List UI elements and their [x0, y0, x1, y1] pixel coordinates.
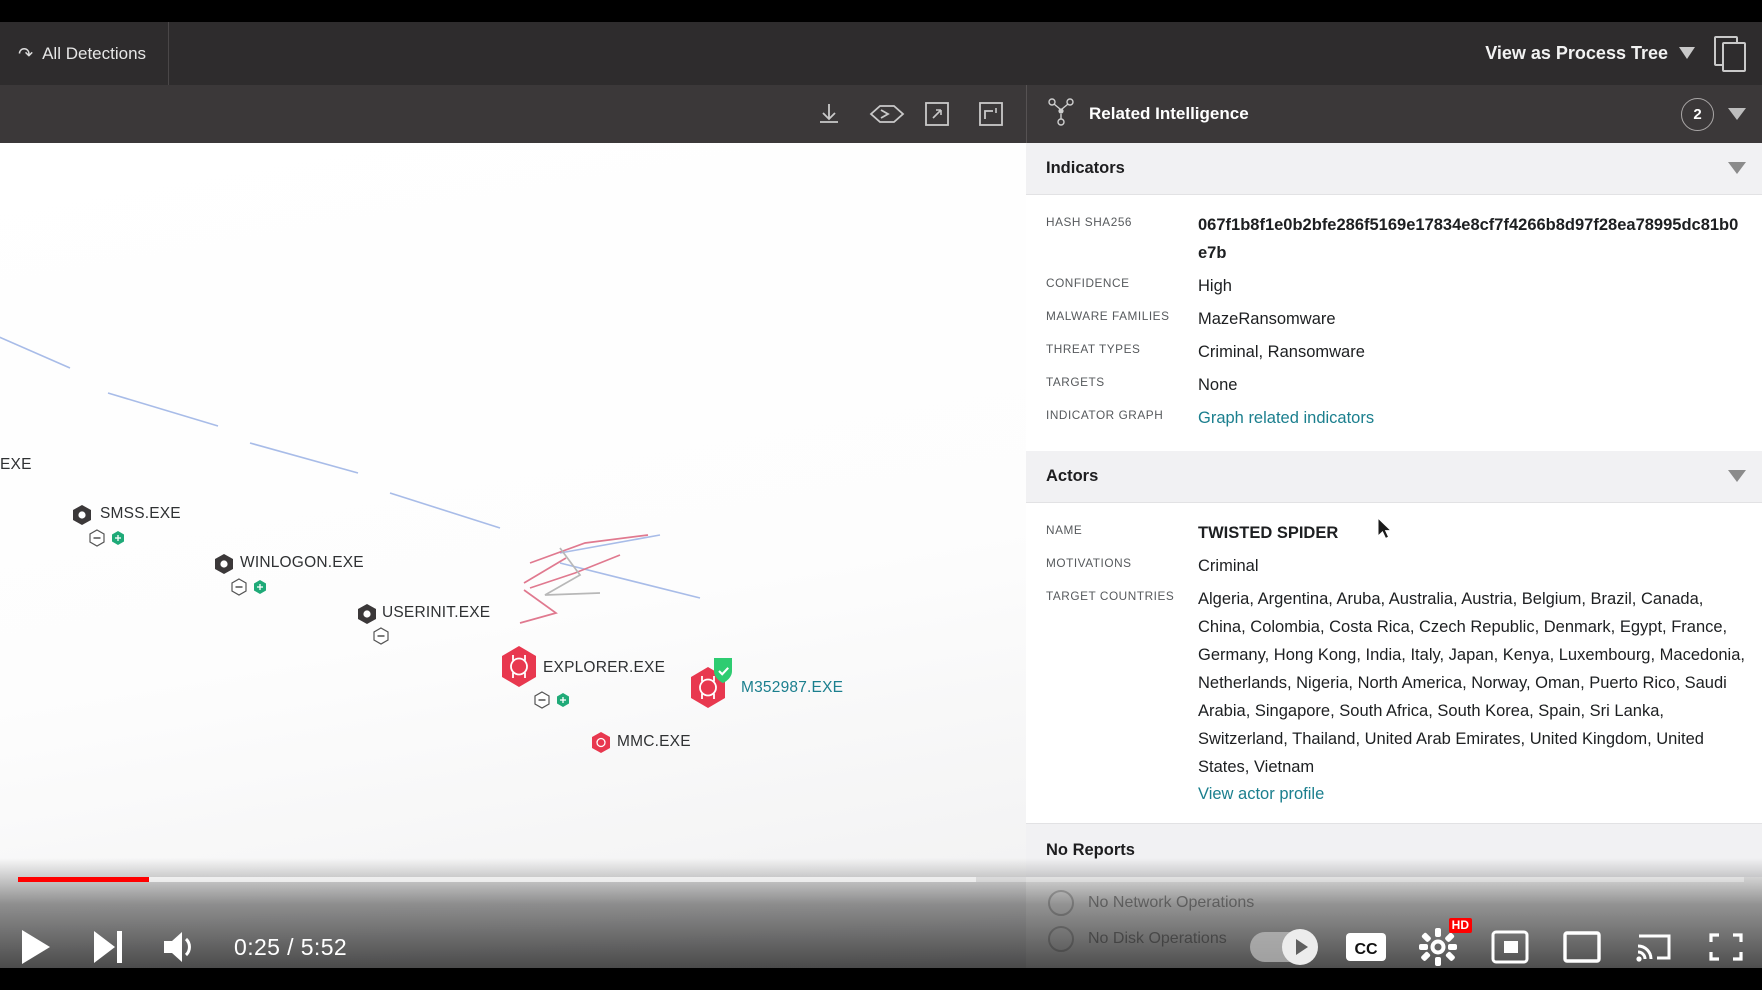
chevron-down-icon[interactable] [1728, 108, 1746, 121]
field-label: HASH SHA256 [1046, 211, 1198, 229]
field-label: TARGET COUNTRIES [1046, 585, 1198, 603]
view-as-label: View as Process Tree [1485, 43, 1668, 64]
graph-node-label-userinit[interactable]: USERINIT.EXE [382, 604, 490, 622]
progress-buffered [18, 877, 976, 882]
field-label: INDICATOR GRAPH [1046, 404, 1198, 422]
all-detections-label: All Detections [42, 44, 146, 64]
graph-node-label-m352987[interactable]: M352987.EXE [741, 679, 843, 697]
graph-node-label-explorer[interactable]: EXPLORER.EXE [543, 659, 665, 677]
indicator-row-hash: HASH SHA256 067f1b8f1e0b2bfe286f5169e178… [1026, 211, 1762, 272]
field-value-actor-name: TWISTED SPIDER [1198, 519, 1746, 547]
section-header-indicators[interactable]: Indicators [1026, 143, 1762, 195]
field-label: CONFIDENCE [1046, 272, 1198, 290]
autoplay-knob [1282, 929, 1318, 965]
autoplay-toggle[interactable] [1250, 932, 1316, 962]
all-detections-back-button[interactable]: ↶ All Detections [0, 22, 169, 85]
graph-node-label: EXE [0, 456, 32, 474]
field-value-targets: None [1198, 371, 1746, 399]
related-count-badge: 2 [1681, 98, 1714, 131]
field-value-target-countries: Algeria, Argentina, Aruba, Australia, Au… [1198, 585, 1746, 781]
section-header-actors[interactable]: Actors [1026, 451, 1762, 503]
indicator-row-malware-families: MALWARE FAMILIES MazeRansomware [1026, 305, 1762, 338]
related-intelligence-header: Related Intelligence 2 [1026, 85, 1762, 143]
actors-field-list: NAME TWISTED SPIDER MOTIVATIONS Criminal… [1026, 503, 1762, 823]
eye-visibility-icon[interactable] [868, 99, 898, 129]
panel-title: Related Intelligence [1089, 104, 1667, 124]
fit-to-screen-icon[interactable] [922, 99, 952, 129]
field-label: MOTIVATIONS [1046, 552, 1198, 570]
view-as-process-tree-dropdown[interactable]: View as Process Tree [1485, 43, 1714, 64]
field-value-motivations: Criminal [1198, 552, 1746, 580]
chevron-down-icon [1679, 47, 1696, 60]
undo-arrow-icon: ↶ [18, 45, 33, 63]
actor-row-name: NAME TWISTED SPIDER [1026, 519, 1762, 552]
field-value-confidence: High [1198, 272, 1746, 300]
graph-related-indicators-link[interactable]: Graph related indicators [1198, 404, 1746, 432]
indicator-row-threat-types: THREAT TYPES Criminal, Ransomware [1026, 338, 1762, 371]
field-label: THREAT TYPES [1046, 338, 1198, 356]
field-value-hash-sha256: 067f1b8f1e0b2bfe286f5169e17834e8cf7f4266… [1198, 211, 1746, 267]
indicator-row-indicator-graph: INDICATOR GRAPH Graph related indicators [1026, 404, 1762, 437]
graph-toolbar [0, 85, 1026, 143]
video-time-display: 0:25 / 5:52 [234, 934, 347, 961]
hd-quality-badge: HD [1449, 918, 1472, 933]
indicator-row-targets: TARGETS None [1026, 371, 1762, 404]
actor-row-motivations: MOTIVATIONS Criminal [1026, 552, 1762, 585]
field-label: NAME [1046, 519, 1198, 537]
field-label: MALWARE FAMILIES [1046, 305, 1198, 323]
chevron-down-icon[interactable] [1728, 470, 1746, 483]
app-top-bar: ↶ All Detections View as Process Tree [0, 22, 1762, 85]
download-icon[interactable] [814, 99, 844, 129]
field-value-threat-types: Criminal, Ransomware [1198, 338, 1746, 366]
chevron-down-icon[interactable] [1728, 162, 1746, 175]
field-value-malware-families: MazeRansomware [1198, 305, 1746, 333]
graph-node-label-mmc[interactable]: MMC.EXE [617, 733, 691, 751]
related-intelligence-panel: Related Intelligence 2 Indicators HASH S… [1026, 85, 1762, 990]
video-progress-bar[interactable] [18, 877, 1744, 882]
actor-row-target-countries: TARGET COUNTRIES Algeria, Argentina, Aru… [1026, 585, 1762, 809]
field-label: TARGETS [1046, 371, 1198, 389]
letterbox-top [0, 0, 1762, 22]
related-graph-icon [1047, 97, 1075, 132]
letterbox-bottom [0, 968, 1762, 990]
actors-heading: Actors [1046, 467, 1728, 486]
indicators-field-list: HASH SHA256 067f1b8f1e0b2bfe286f5169e178… [1026, 195, 1762, 451]
mouse-cursor [1378, 518, 1394, 542]
copy-icon[interactable] [1714, 36, 1748, 72]
expand-region-icon[interactable] [976, 99, 1006, 129]
graph-node-label-winlogon[interactable]: WINLOGON.EXE [240, 554, 364, 572]
graph-node-label-smss[interactable]: SMSS.EXE [100, 505, 181, 523]
view-actor-profile-link[interactable]: View actor profile [1198, 781, 1746, 804]
progress-played [18, 877, 149, 882]
indicator-row-confidence: CONFIDENCE High [1026, 272, 1762, 305]
svg-text:CC: CC [1354, 941, 1378, 958]
indicators-heading: Indicators [1046, 159, 1728, 178]
